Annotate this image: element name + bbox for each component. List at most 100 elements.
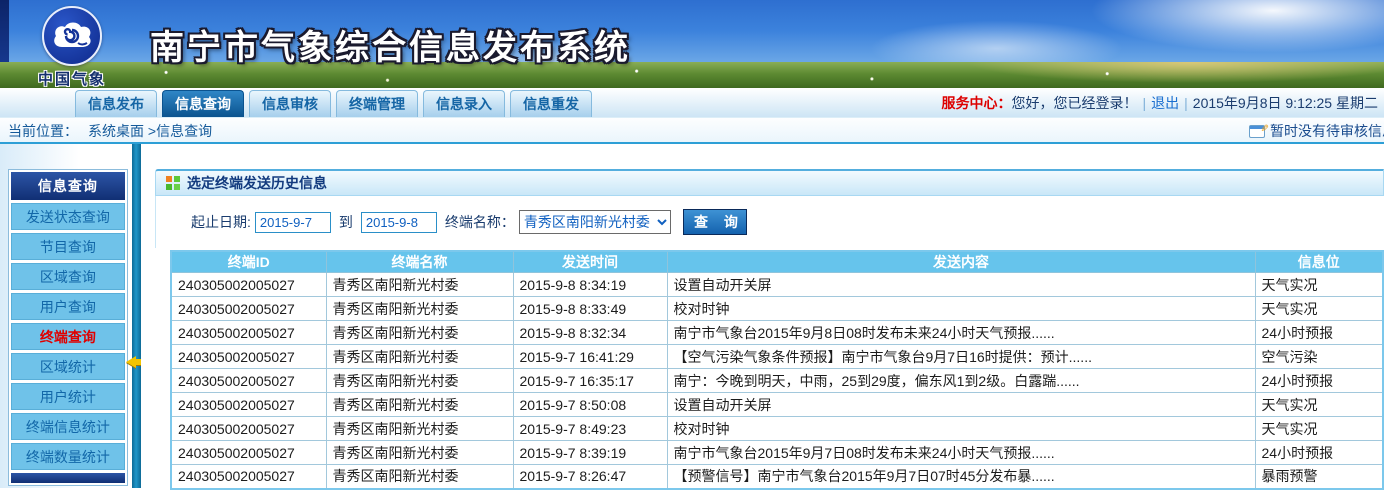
login-greeting: 您好，您已经登录！ xyxy=(1012,95,1138,111)
sidebar-item-终端查询[interactable]: 终端查询 xyxy=(11,323,125,350)
audit-notice: 暂时没有待审核信息 xyxy=(1249,118,1384,144)
terminal-select[interactable]: 青秀区南阳新光村委 xyxy=(519,210,671,234)
breadcrumb-current[interactable]: 信息查询 xyxy=(156,123,212,139)
nav-tab-信息审核[interactable]: 信息审核 xyxy=(249,90,331,117)
table-row[interactable]: 240305002005027青秀区南阳新光村委2015-9-7 8:49:23… xyxy=(171,417,1383,441)
sidebar-item-终端数量统计[interactable]: 终端数量统计 xyxy=(11,443,125,470)
table-row[interactable]: 240305002005027青秀区南阳新光村委2015-9-8 8:32:34… xyxy=(171,321,1383,345)
table-cell: 240305002005027 xyxy=(171,465,326,489)
nav-tab-信息查询[interactable]: 信息查询 xyxy=(162,90,244,117)
column-header-信息位: 信息位 xyxy=(1255,251,1383,273)
table-cell: 240305002005027 xyxy=(171,393,326,417)
table-header-row: 终端ID终端名称发送时间发送内容信息位 xyxy=(171,251,1383,273)
breadcrumb-label: 当前位置： xyxy=(8,123,78,139)
table-cell: 【预警信号】南宁市气象台2015年9月7日07时45分发布暴...... xyxy=(667,465,1255,489)
table-cell: 2015-9-8 8:32:34 xyxy=(513,321,667,345)
separator: | xyxy=(1143,95,1147,111)
date-range-label: 起止日期: xyxy=(191,212,251,232)
sidebar: 信息查询 发送状态查询节目查询区域查询用户查询终端查询区域统计用户统计终端信息统… xyxy=(0,144,132,488)
table-row[interactable]: 240305002005027青秀区南阳新光村委2015-9-7 16:41:2… xyxy=(171,345,1383,369)
table-cell: 青秀区南阳新光村委 xyxy=(326,465,513,489)
table-cell: 【空气污染气象条件预报】南宁市气象台9月7日16时提供：预计...... xyxy=(667,345,1255,369)
history-panel: 选定终端发送历史信息 起止日期: 到 终端名称： 青秀区南阳新光村委 查 询 终… xyxy=(155,169,1384,490)
sidebar-item-用户查询[interactable]: 用户查询 xyxy=(11,293,125,320)
table-cell: 2015-9-7 8:39:19 xyxy=(513,441,667,465)
sidebar-item-区域统计[interactable]: 区域统计 xyxy=(11,353,125,380)
table-cell: 暴雨预警 xyxy=(1255,465,1383,489)
query-form: 起止日期: 到 终端名称： 青秀区南阳新光村委 查 询 xyxy=(155,196,1384,248)
cma-logo-circle xyxy=(42,6,102,66)
table-cell: 240305002005027 xyxy=(171,297,326,321)
table-cell: 2015-9-7 8:26:47 xyxy=(513,465,667,489)
breadcrumb-desktop-link[interactable]: 系统桌面 xyxy=(88,123,144,139)
table-cell: 240305002005027 xyxy=(171,345,326,369)
panel-grid-icon xyxy=(166,176,180,190)
breadcrumb-bar: 当前位置：系统桌面 >信息查询 暂时没有待审核信息 xyxy=(0,118,1384,144)
logout-link[interactable]: 退出 xyxy=(1151,95,1179,111)
panel-header: 选定终端发送历史信息 xyxy=(155,169,1384,196)
system-title: 南宁市气象综合信息发布系统 xyxy=(150,20,631,69)
nav-tab-信息录入[interactable]: 信息录入 xyxy=(423,90,505,117)
table-row[interactable]: 240305002005027青秀区南阳新光村委2015-9-7 8:50:08… xyxy=(171,393,1383,417)
date-to-input[interactable] xyxy=(361,212,437,233)
service-center-label: 服务中心： xyxy=(942,95,1012,111)
audit-notice-text: 暂时没有待审核信息 xyxy=(1270,123,1384,139)
cma-logo-text: 中国气象 xyxy=(22,68,122,88)
sidebar-footer-bar xyxy=(11,473,125,483)
table-row[interactable]: 240305002005027青秀区南阳新光村委2015-9-7 8:26:47… xyxy=(171,465,1383,489)
terminal-name-label: 终端名称： xyxy=(445,212,515,232)
table-cell: 青秀区南阳新光村委 xyxy=(326,345,513,369)
table-cell: 设置自动开关屏 xyxy=(667,273,1255,297)
table-cell: 空气污染 xyxy=(1255,345,1383,369)
table-row[interactable]: 240305002005027青秀区南阳新光村委2015-9-8 8:34:19… xyxy=(171,273,1383,297)
sidebar-menu: 信息查询 发送状态查询节目查询区域查询用户查询终端查询区域统计用户统计终端信息统… xyxy=(8,169,128,486)
table-cell: 青秀区南阳新光村委 xyxy=(326,273,513,297)
sidebar-header: 信息查询 xyxy=(11,172,125,200)
sidebar-items: 发送状态查询节目查询区域查询用户查询终端查询区域统计用户统计终端信息统计终端数量… xyxy=(11,203,125,470)
table-cell: 2015-9-7 16:41:29 xyxy=(513,345,667,369)
table-cell: 24小时预报 xyxy=(1255,369,1383,393)
history-table: 终端ID终端名称发送时间发送内容信息位 240305002005027青秀区南阳… xyxy=(170,250,1384,490)
table-cell: 2015-9-7 8:50:08 xyxy=(513,393,667,417)
nav-tab-信息重发[interactable]: 信息重发 xyxy=(510,90,592,117)
table-cell: 2015-9-7 8:49:23 xyxy=(513,417,667,441)
sidebar-item-发送状态查询[interactable]: 发送状态查询 xyxy=(11,203,125,230)
table-cell: 24小时预报 xyxy=(1255,321,1383,345)
table-cell: 南宁市气象台2015年9月7日08时发布未来24小时天气预报...... xyxy=(667,441,1255,465)
separator: | xyxy=(1184,95,1188,111)
table-cell: 南宁：今晚到明天，中雨，25到29度，偏东风1到2级。白露踹...... xyxy=(667,369,1255,393)
table-cell: 2015-9-8 8:34:19 xyxy=(513,273,667,297)
sidebar-item-区域查询[interactable]: 区域查询 xyxy=(11,263,125,290)
table-cell: 青秀区南阳新光村委 xyxy=(326,393,513,417)
sidebar-item-节目查询[interactable]: 节目查询 xyxy=(11,233,125,260)
column-header-终端ID: 终端ID xyxy=(171,251,326,273)
table-cell: 校对时钟 xyxy=(667,417,1255,441)
panel-title: 选定终端发送历史信息 xyxy=(187,173,327,193)
nav-tab-终端管理[interactable]: 终端管理 xyxy=(336,90,418,117)
sidebar-collapse-bar[interactable] xyxy=(132,144,141,488)
table-row[interactable]: 240305002005027青秀区南阳新光村委2015-9-7 16:35:1… xyxy=(171,369,1383,393)
table-cell: 240305002005027 xyxy=(171,417,326,441)
nav-tab-信息发布[interactable]: 信息发布 xyxy=(75,90,157,117)
table-row[interactable]: 240305002005027青秀区南阳新光村委2015-9-7 8:39:19… xyxy=(171,441,1383,465)
table-cell: 240305002005027 xyxy=(171,321,326,345)
table-cell: 2015-9-7 16:35:17 xyxy=(513,369,667,393)
session-info: 服务中心：您好，您已经登录！|退出|2015年9月8日 9:12:25 星期二 xyxy=(942,88,1379,118)
table-cell: 设置自动开关屏 xyxy=(667,393,1255,417)
sidebar-item-用户统计[interactable]: 用户统计 xyxy=(11,383,125,410)
column-header-发送时间: 发送时间 xyxy=(513,251,667,273)
breadcrumb: 当前位置：系统桌面 >信息查询 xyxy=(8,118,212,144)
table-cell: 天气实况 xyxy=(1255,273,1383,297)
table-cell: 天气实况 xyxy=(1255,417,1383,441)
datetime-text: 2015年9月8日 9:12:25 星期二 xyxy=(1193,95,1378,111)
date-from-input[interactable] xyxy=(255,212,331,233)
nav-tabs: 信息发布信息查询信息审核终端管理信息录入信息重发 xyxy=(75,90,597,117)
column-header-发送内容: 发送内容 xyxy=(667,251,1255,273)
cma-logo-cloud-icon xyxy=(51,19,93,53)
table-cell: 240305002005027 xyxy=(171,369,326,393)
table-row[interactable]: 240305002005027青秀区南阳新光村委2015-9-8 8:33:49… xyxy=(171,297,1383,321)
top-navbar: 信息发布信息查询信息审核终端管理信息录入信息重发 服务中心：您好，您已经登录！ |… xyxy=(0,88,1384,118)
sidebar-item-终端信息统计[interactable]: 终端信息统计 xyxy=(11,413,125,440)
header-banner: 中国气象 南宁市气象综合信息发布系统 xyxy=(0,0,1384,88)
query-button[interactable]: 查 询 xyxy=(683,209,747,235)
